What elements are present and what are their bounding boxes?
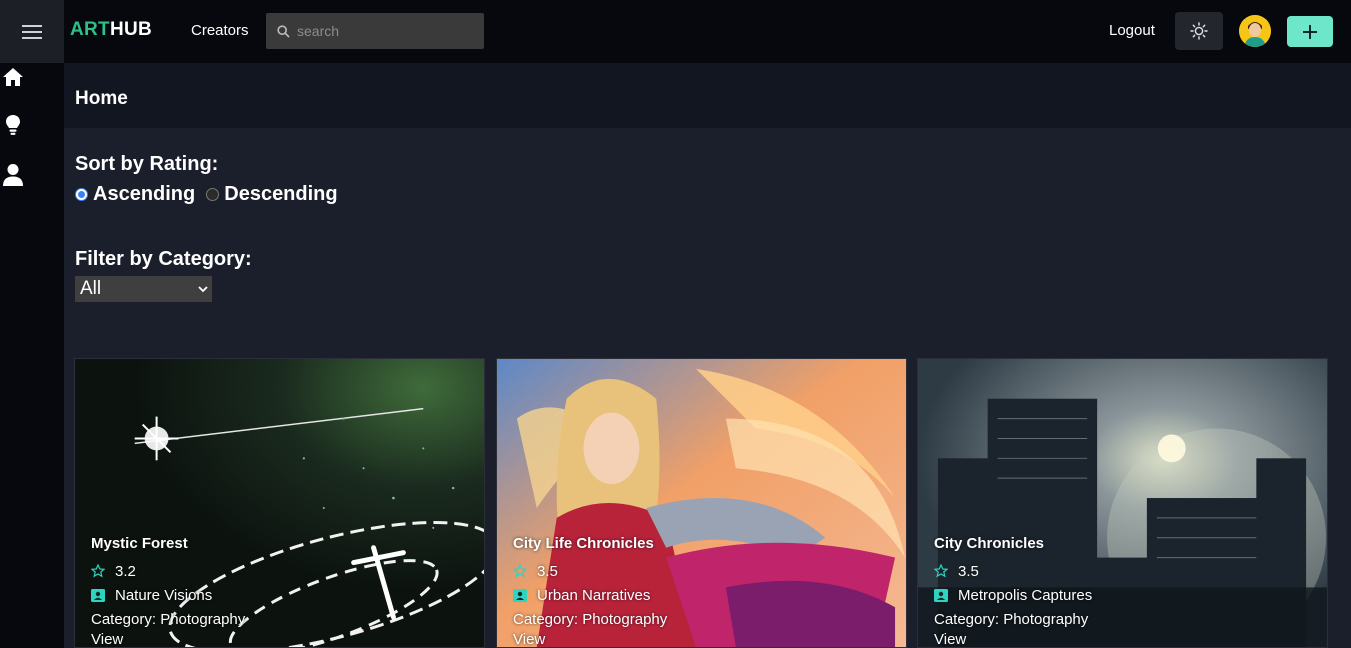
avatar-icon xyxy=(1239,15,1271,47)
portrait-icon xyxy=(934,588,948,602)
artwork-card[interactable]: City Chronicles 3.5 Metropolis Captures … xyxy=(917,358,1328,648)
card-rating: 3.5 xyxy=(934,559,1092,583)
portrait-icon xyxy=(513,588,527,602)
card-collection: Urban Narratives xyxy=(513,583,667,607)
star-icon xyxy=(91,564,105,578)
star-icon xyxy=(513,564,527,578)
card-info: City Chronicles 3.5 Metropolis Captures … xyxy=(934,535,1092,647)
menu-icon xyxy=(22,24,42,39)
card-title: Mystic Forest xyxy=(91,535,188,552)
card-rating-value: 3.2 xyxy=(115,562,136,580)
lightbulb-icon xyxy=(6,115,20,135)
filter-label: Filter by Category: xyxy=(75,248,252,270)
home-icon xyxy=(3,68,23,86)
card-collection-name: Nature Visions xyxy=(115,586,213,604)
theme-toggle-button[interactable] xyxy=(1175,12,1223,50)
card-category: Category: Photography xyxy=(513,610,668,628)
logout-button[interactable]: Logout xyxy=(1109,22,1155,39)
card-collection: Nature Visions xyxy=(91,583,245,607)
artwork-card[interactable]: City Life Chronicles 3.5 Urban Narrative… xyxy=(496,358,907,648)
sort-ascending-label[interactable]: Ascending xyxy=(93,183,195,206)
card-rating: 3.5 xyxy=(513,559,667,583)
card-title: City Chronicles xyxy=(934,535,1045,552)
top-bar: ARTHUB Creators Logout xyxy=(0,0,1351,63)
sort-descending-radio[interactable] xyxy=(206,188,220,201)
card-category: Category: Photography xyxy=(91,610,246,628)
card-collection-name: Urban Narratives xyxy=(537,586,651,604)
card-title: City Life Chronicles xyxy=(513,535,654,552)
chevron-down-icon xyxy=(198,285,208,292)
add-button[interactable] xyxy=(1287,16,1333,47)
card-view-link[interactable]: View xyxy=(91,631,245,647)
user-icon xyxy=(3,164,23,186)
artwork-card[interactable]: Mystic Forest 3.2 Nature Visions Categor… xyxy=(74,358,485,648)
plus-icon xyxy=(1303,24,1317,39)
sidebar xyxy=(0,63,64,648)
card-info: Mystic Forest 3.2 Nature Visions Categor… xyxy=(91,535,246,647)
page-title: Home xyxy=(75,88,128,109)
card-info: City Life Chronicles 3.5 Urban Narrative… xyxy=(513,535,668,647)
sort-label: Sort by Rating: xyxy=(75,153,219,175)
user-avatar[interactable] xyxy=(1239,15,1271,47)
app-logo[interactable]: ARTHUB xyxy=(70,19,152,41)
card-view-link[interactable]: View xyxy=(934,631,1092,647)
sort-descending-label[interactable]: Descending xyxy=(224,183,337,206)
search-icon xyxy=(277,24,290,38)
portrait-icon xyxy=(91,588,105,602)
nav-creators-link[interactable]: Creators xyxy=(191,22,249,39)
logo-hub: HUB xyxy=(109,19,153,40)
search-box[interactable] xyxy=(266,13,484,49)
sidebar-item-home[interactable] xyxy=(0,63,26,91)
sort-radio-group: Ascending Descending xyxy=(75,183,338,206)
star-icon xyxy=(934,564,948,578)
category-select[interactable]: All xyxy=(75,276,212,302)
search-input[interactable] xyxy=(297,23,477,39)
card-rating-value: 3.5 xyxy=(537,562,558,580)
card-category: Category: Photography xyxy=(934,610,1089,628)
page-header: Home xyxy=(64,63,1351,128)
card-rating-value: 3.5 xyxy=(958,562,979,580)
sort-ascending-radio[interactable] xyxy=(75,188,88,201)
card-view-link[interactable]: View xyxy=(513,631,667,647)
sun-icon xyxy=(1190,22,1208,40)
card-collection: Metropolis Captures xyxy=(934,583,1092,607)
logo-art: ART xyxy=(70,19,110,40)
hamburger-menu-button[interactable] xyxy=(0,0,64,63)
category-select-value: All xyxy=(80,278,102,299)
card-rating: 3.2 xyxy=(91,559,245,583)
card-collection-name: Metropolis Captures xyxy=(958,586,1093,604)
sidebar-item-ideas[interactable] xyxy=(0,111,26,139)
sidebar-item-profile[interactable] xyxy=(0,161,26,189)
